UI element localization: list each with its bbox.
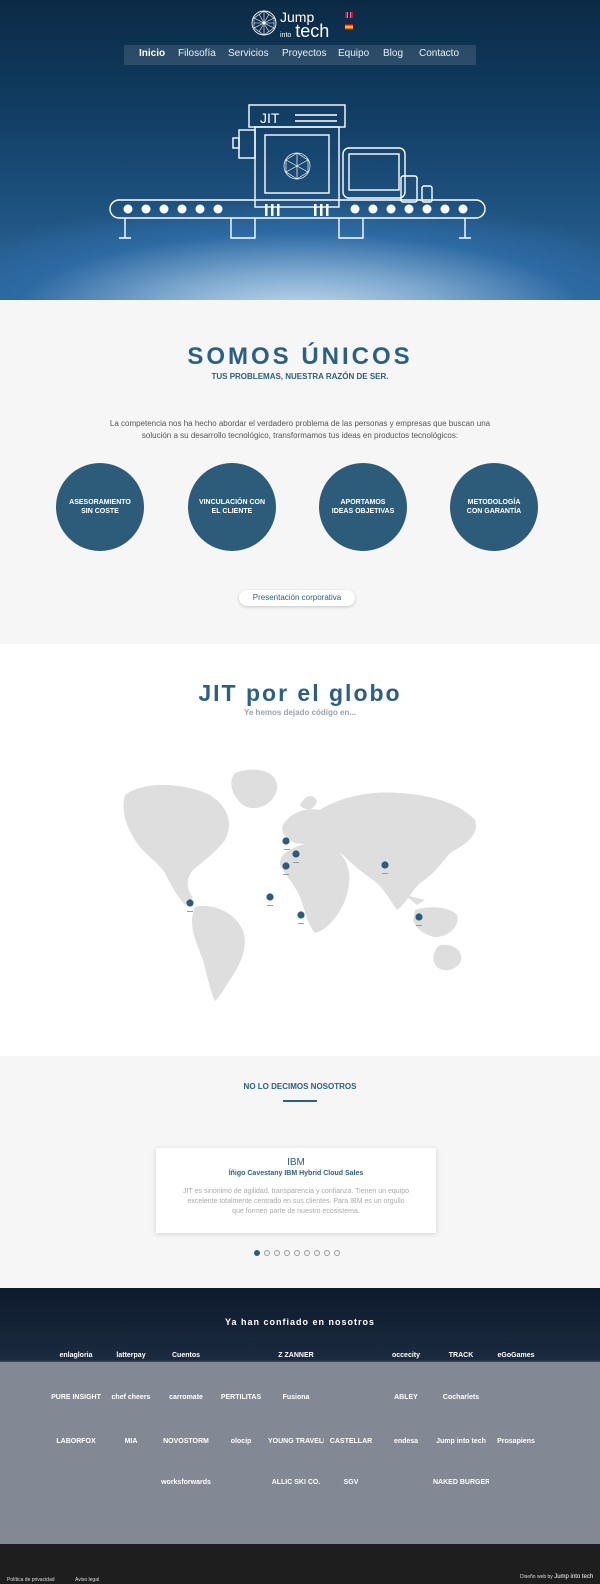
client-logo: PURE INSIGHT xyxy=(51,1394,101,1401)
client-logo: latterpay xyxy=(116,1352,146,1359)
client-logo: TRACK xyxy=(448,1352,474,1359)
clients-title: Ya han confiado en nosotros xyxy=(224,1317,376,1327)
client-logo xyxy=(323,1346,379,1366)
client-logo: NOVOSTORM xyxy=(163,1438,209,1445)
legal-link[interactable]: Aviso legal xyxy=(75,1577,99,1583)
client-logo: eGoGames xyxy=(497,1352,535,1359)
carousel-dot[interactable] xyxy=(284,1250,290,1256)
client-logo: YOUNG TRAVELLER xyxy=(268,1438,324,1445)
tech-factory-illustration: JIT xyxy=(109,104,486,239)
spanish-flag-icon[interactable] xyxy=(345,24,353,30)
nav-blog[interactable]: Blog xyxy=(383,48,403,59)
client-logo xyxy=(323,1388,379,1408)
testimonial-company: IBM xyxy=(287,1157,305,1168)
testimonial-person: Íñigo Cavestany IBM Hybrid Cloud Sales xyxy=(228,1170,364,1177)
feature-ideas: APORTAMOS IDEAS OBJETIVAS xyxy=(319,463,407,551)
client-logo: endesa xyxy=(393,1438,419,1445)
client-logo: Cocharlets xyxy=(442,1394,480,1401)
globo-title: JIT por el globo xyxy=(198,680,402,706)
nav-equipo[interactable]: Equipo xyxy=(338,48,369,59)
testimonials-title: NO LO DECIMOS NOSOTROS xyxy=(243,1082,357,1091)
client-logo xyxy=(378,1473,434,1493)
client-logo: PERTILITAS xyxy=(220,1394,262,1401)
carousel-dot[interactable] xyxy=(304,1250,310,1256)
client-logo: worksforwards xyxy=(161,1479,211,1486)
testimonial-quote: JIT es sinónimo de agilidad, transparenc… xyxy=(183,1188,409,1215)
globo-subtitle: Ye hemos dejado código en... xyxy=(243,708,357,717)
carousel-dot[interactable] xyxy=(334,1250,340,1256)
footer-credit[interactable]: Diseño web by Jump into tech xyxy=(520,1574,593,1580)
client-logo: ABLEY xyxy=(394,1394,418,1401)
carousel-dot[interactable] xyxy=(264,1250,270,1256)
site-logo[interactable]: Jump into tech xyxy=(250,8,360,42)
client-logo: enlagloria xyxy=(59,1352,93,1359)
client-logo: Fusiona xyxy=(282,1394,310,1401)
carousel-dots xyxy=(254,1243,344,1261)
feature-vinculacion: VINCULACIÓN CON EL CLIENTE xyxy=(188,463,276,551)
hero-section: Jump into tech Inicio Filosofía Servicio… xyxy=(0,0,600,300)
title-divider xyxy=(283,1100,317,1102)
machine-sign-text: JIT xyxy=(260,110,280,126)
credit-text: Diseño web by xyxy=(520,1574,553,1580)
world-map xyxy=(123,769,476,1001)
client-logo: LABORFOX xyxy=(56,1438,96,1445)
globe-logo-icon xyxy=(251,10,277,36)
client-logo: Cuentos xyxy=(172,1352,200,1359)
client-logo: SGV xyxy=(343,1479,359,1486)
logo-word-into: into xyxy=(280,32,292,39)
testimonial-card: IBM Íñigo Cavestany IBM Hybrid Cloud Sal… xyxy=(156,1148,436,1233)
carousel-dot[interactable] xyxy=(254,1250,260,1256)
carousel-dot[interactable] xyxy=(294,1250,300,1256)
client-logo: carromate xyxy=(169,1394,203,1401)
client-logo xyxy=(488,1388,544,1408)
somos-intro: La competencia nos ha hecho abordar el v… xyxy=(109,419,491,440)
client-logo: chef cheers xyxy=(111,1394,151,1401)
nav-contacto[interactable]: Contacto xyxy=(419,48,459,59)
language-switcher xyxy=(345,12,353,36)
client-logo: NAKED BURGER xyxy=(433,1479,489,1486)
carousel-dot[interactable] xyxy=(324,1250,330,1256)
english-flag-icon[interactable] xyxy=(345,12,353,18)
client-logo: Prosapiens xyxy=(497,1438,535,1445)
nav-proyectos[interactable]: Proyectos xyxy=(282,48,326,59)
nav-servicios[interactable]: Servicios xyxy=(228,48,269,59)
client-logo: ALLIC SKI CO. xyxy=(271,1479,321,1486)
client-logo: occecity xyxy=(391,1352,421,1359)
client-logo xyxy=(213,1473,269,1493)
client-logo: CASTELLAR xyxy=(329,1438,373,1445)
client-logo: olocip xyxy=(230,1438,252,1445)
nav-filosofia[interactable]: Filosofía xyxy=(178,48,216,59)
carousel-dot[interactable] xyxy=(274,1250,280,1256)
somos-subtitle: TUS PROBLEMAS, NUESTRA RAZÓN DE SER. xyxy=(211,372,389,381)
feature-asesoramiento: ASESORAMIENTO SIN COSTE xyxy=(56,463,144,551)
main-nav: Inicio Filosofía Servicios Proyectos Equ… xyxy=(124,45,476,65)
logo-word-tech: tech xyxy=(295,21,330,41)
privacy-link[interactable]: Política de privacidad xyxy=(7,1577,55,1583)
presentation-button[interactable]: Presentación corporativa xyxy=(239,590,355,606)
nav-inicio[interactable]: Inicio xyxy=(139,48,165,59)
client-logo: MIA xyxy=(124,1438,138,1445)
client-logo: Z ZANNER xyxy=(278,1352,314,1359)
carousel-dot[interactable] xyxy=(314,1250,320,1256)
somos-title: SOMOS ÚNICOS xyxy=(187,343,413,370)
client-logo xyxy=(213,1346,269,1366)
feature-metodologia: METODOLOGÍA CON GARANTÍA xyxy=(450,463,538,551)
credit-logo: Jump into tech xyxy=(554,1574,594,1580)
client-logo: Jump into tech xyxy=(436,1438,486,1445)
